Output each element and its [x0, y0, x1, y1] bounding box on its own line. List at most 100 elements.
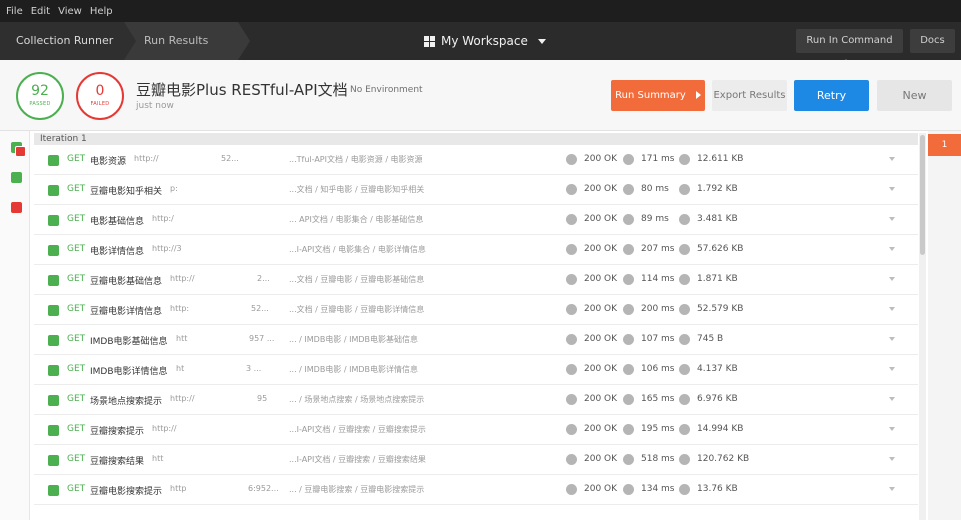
pass-status-icon — [48, 155, 59, 166]
menu-edit[interactable]: Edit — [31, 6, 50, 17]
request-path: ...I-API文档 / 豆瓣搜索 / 豆瓣搜索结果 — [289, 455, 426, 464]
passed-label: PASSED — [29, 101, 51, 107]
run-summary-button[interactable]: Run Summary — [611, 80, 705, 111]
workspace-switcher[interactable]: My Workspace — [424, 22, 546, 60]
request-method: GET — [67, 424, 86, 434]
request-row[interactable]: GET 电影详情信息 http://3 ...I-API文档 / 电影集合 / 电影详… — [34, 235, 918, 265]
failed-count-badge: 0 FAILED — [76, 72, 124, 120]
passed-count: 92 — [31, 83, 49, 99]
response-time-dot-icon — [623, 364, 634, 375]
chevron-down-icon[interactable] — [889, 247, 895, 251]
response-time-dot-icon — [623, 334, 634, 345]
response-time: 518 ms — [641, 454, 675, 464]
play-arrow-icon — [695, 91, 701, 99]
breadcrumb-run-results[interactable]: Run Results — [124, 22, 250, 60]
results-scrollbar[interactable] — [919, 133, 926, 520]
scrollbar-thumb[interactable] — [920, 135, 925, 255]
request-name: IMDB电影基础信息 — [90, 337, 168, 347]
request-path: ... / 豆瓣电影搜索 / 豆瓣电影搜索提示 — [289, 485, 425, 494]
response-size-dot-icon — [679, 274, 690, 285]
request-url: http://3 — [152, 244, 182, 253]
request-method: GET — [67, 244, 86, 254]
response-size: 57.626 KB — [697, 244, 744, 254]
response-size: 120.762 KB — [697, 454, 750, 464]
request-method: GET — [67, 394, 86, 404]
chevron-down-icon[interactable] — [889, 487, 895, 491]
request-url: htt — [176, 334, 188, 343]
request-row[interactable]: GET 电影资源 http:// 52... ...Tful-API文档 / 电影资源 … — [34, 145, 918, 175]
request-row[interactable]: GET 豆瓣电影搜索提示 http 6:952... ... / 豆瓣电影搜索 / 豆瓣… — [34, 475, 918, 505]
chevron-down-icon[interactable] — [889, 457, 895, 461]
request-method: GET — [67, 304, 86, 314]
chevron-down-icon[interactable] — [889, 307, 895, 311]
response-status: 200 OK — [584, 244, 618, 254]
request-path: ... / 场景地点搜索 / 场景地点搜索提示 — [289, 395, 425, 404]
chevron-down-icon[interactable] — [889, 187, 895, 191]
filter-all-fail-icon[interactable] — [15, 146, 26, 157]
request-url-tail: 2... — [257, 274, 270, 283]
request-row[interactable]: GET 豆瓣搜索结果 htt ...I-API文档 / 豆瓣搜索 / 豆瓣搜索结果 20… — [34, 445, 918, 475]
iteration-tab-1[interactable]: 1 — [928, 134, 961, 156]
docs-button[interactable]: Docs — [910, 29, 955, 53]
filter-passed-icon[interactable] — [11, 172, 22, 183]
chevron-down-icon[interactable] — [889, 157, 895, 161]
response-status: 200 OK — [584, 334, 618, 344]
request-path: ... / IMDB电影 / IMDB电影详情信息 — [289, 365, 419, 374]
filter-failed-icon[interactable] — [11, 202, 22, 213]
pass-status-icon — [48, 215, 59, 226]
request-name: 电影详情信息 — [90, 247, 145, 257]
response-status: 200 OK — [584, 214, 618, 224]
status-code-dot-icon — [566, 424, 577, 435]
response-size: 4.137 KB — [697, 364, 738, 374]
request-row[interactable]: GET IMDB电影详情信息 ht 3 ... ... / IMDB电影 / IMDB电… — [34, 355, 918, 385]
request-method: GET — [67, 364, 86, 374]
request-method: GET — [67, 484, 86, 494]
response-size-dot-icon — [679, 424, 690, 435]
request-method: GET — [67, 154, 86, 164]
menu-bar: File Edit View Help — [0, 0, 961, 22]
passed-count-badge: 92 PASSED — [16, 72, 64, 120]
request-url: http: — [170, 304, 190, 313]
redacted-url-mask — [165, 452, 295, 466]
request-name: IMDB电影详情信息 — [90, 367, 168, 377]
response-time: 134 ms — [641, 484, 675, 494]
request-path: ...I-API文档 / 豆瓣搜索 / 豆瓣搜索提示 — [289, 425, 426, 434]
menu-help[interactable]: Help — [90, 6, 113, 17]
request-row[interactable]: GET 场景地点搜索提示 http:// 95 ... / 场景地点搜索 / 场景地点搜… — [34, 385, 918, 415]
request-row[interactable]: GET 豆瓣电影知乎相关 p: ...文档 / 知乎电影 / 豆瓣电影知乎相关 200 … — [34, 175, 918, 205]
run-summary-label: Run Summary — [615, 90, 686, 101]
retry-button[interactable]: Retry — [794, 80, 869, 111]
request-row[interactable]: GET 豆瓣电影详情信息 http: 52... ...文档 / 豆瓣电影 / 豆瓣电影… — [34, 295, 918, 325]
request-row[interactable]: GET 豆瓣搜索提示 http:// ...I-API文档 / 豆瓣搜索 / 豆瓣搜索… — [34, 415, 918, 445]
response-status: 200 OK — [584, 424, 618, 434]
request-row[interactable]: GET 豆瓣电影基础信息 http:// 2... ...文档 / 豆瓣电影 / 豆瓣电… — [34, 265, 918, 295]
chevron-down-icon[interactable] — [889, 427, 895, 431]
pass-status-icon — [48, 275, 59, 286]
breadcrumb-collection-runner[interactable]: Collection Runner — [0, 22, 136, 60]
response-time-dot-icon — [623, 274, 634, 285]
chevron-down-icon[interactable] — [889, 277, 895, 281]
menu-file[interactable]: File — [6, 6, 23, 17]
request-row[interactable]: GET 电影基础信息 http:/ ... API文档 / 电影集合 / 电影基础信息… — [34, 205, 918, 235]
new-button[interactable]: New — [877, 80, 952, 111]
iteration-rail: 1 — [928, 131, 961, 520]
status-filter-strip — [0, 131, 30, 520]
pass-status-icon — [48, 455, 59, 466]
export-results-button[interactable]: Export Results — [712, 80, 787, 111]
menu-view[interactable]: View — [58, 6, 82, 17]
response-size-dot-icon — [679, 364, 690, 375]
request-row[interactable]: GET IMDB电影基础信息 htt 957 ... ... / IMDB电影 / IM… — [34, 325, 918, 355]
chevron-down-icon[interactable] — [889, 367, 895, 371]
request-url: http:// — [170, 394, 195, 403]
response-size: 6.976 KB — [697, 394, 738, 404]
chevron-down-icon[interactable] — [889, 397, 895, 401]
failed-label: FAILED — [90, 101, 110, 107]
status-code-dot-icon — [566, 184, 577, 195]
request-path: ... API文档 / 电影集合 / 电影基础信息 — [289, 215, 424, 224]
chevron-down-icon[interactable] — [889, 217, 895, 221]
response-time-dot-icon — [623, 454, 634, 465]
run-in-command-line-button[interactable]: Run In Command Line — [796, 29, 903, 70]
chevron-down-icon[interactable] — [889, 337, 895, 341]
request-name: 豆瓣电影基础信息 — [90, 277, 163, 287]
request-url-tail: 95 — [257, 394, 268, 403]
